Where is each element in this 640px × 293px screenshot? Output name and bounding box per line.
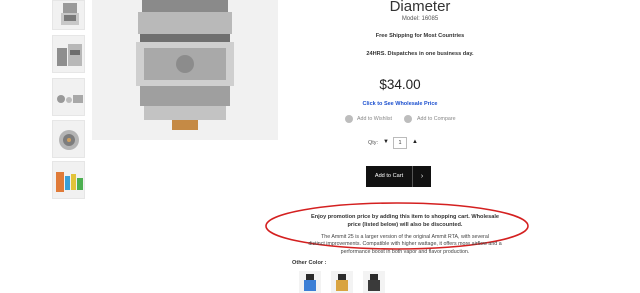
product-title: Diameter [389,0,451,15]
add-to-cart-button[interactable]: Add to Cart [366,166,412,187]
thumbnail-4[interactable] [52,120,85,158]
wholesale-price-link[interactable]: Click to See Wholesale Price [320,101,480,107]
dispatch-info: 24HRS. Dispatches in one business day. [366,51,474,57]
description-line-3: performance boost in both vapor and flav… [340,248,470,255]
compare-icon[interactable] [404,115,412,123]
promotion-line-2: price (listed below) will also be discou… [347,221,463,228]
product-description: The Ammit 25 is a larger version of the … [285,234,525,256]
description-line-2: distinct improvements. Compatible with h… [308,241,502,248]
chevron-up-icon[interactable]: ▲ [412,139,418,145]
thumbnail-5[interactable] [52,161,85,199]
arrow-right-icon[interactable]: › [412,166,431,187]
chevron-down-icon[interactable]: ▼ [383,139,389,145]
quantity-label: Qty: [368,140,379,146]
add-to-compare-link[interactable]: Add to Compare [417,116,456,122]
wishlist-icon[interactable] [345,115,353,123]
quantity-input[interactable]: 1 [393,137,407,149]
promotion-line-1: Enjoy promotion price by adding this ite… [310,214,500,220]
other-color-label: Other Color : [292,260,327,266]
description-line-1: The Ammit 25 is a larger version of the … [321,234,489,240]
shipping-info: Free Shipping for Most Countries [375,33,465,39]
add-to-wishlist-link[interactable]: Add to Wishlist [357,116,392,122]
promotion-text: Enjoy promotion price by adding this ite… [284,214,526,229]
thumbnail-2[interactable] [52,35,85,73]
product-price: $34.00 [379,77,421,92]
thumbnail-1[interactable] [52,0,85,30]
product-model: Model: 16085 [401,16,439,22]
product-main-image[interactable] [92,0,278,140]
thumbnail-3[interactable] [52,78,85,116]
